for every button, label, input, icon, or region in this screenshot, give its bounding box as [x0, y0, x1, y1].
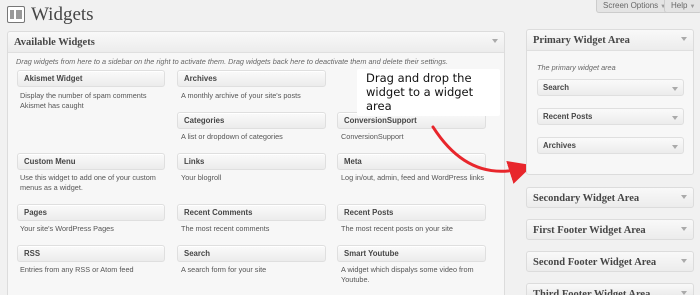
second-footer-widget-area[interactable]: Second Footer Widget Area	[526, 251, 694, 272]
toggle-arrow-icon[interactable]	[672, 145, 678, 149]
toggle-arrow-icon[interactable]	[681, 259, 687, 263]
primary-widget-area-header[interactable]: Primary Widget Area	[527, 30, 693, 51]
secondary-widget-area-title: Secondary Widget Area	[533, 193, 640, 204]
sidebar-widget-label: Search	[543, 83, 570, 92]
secondary-widget-area[interactable]: Secondary Widget Area	[526, 187, 694, 208]
toggle-arrow-icon[interactable]	[681, 291, 687, 295]
toggle-arrow-icon[interactable]	[672, 87, 678, 91]
primary-widget-area-title: Primary Widget Area	[533, 35, 630, 46]
third-footer-widget-area[interactable]: Third Footer Widget Area	[526, 283, 694, 295]
primary-widget-area: Primary Widget Area The primary widget a…	[526, 29, 694, 175]
first-footer-widget-area-title: First Footer Widget Area	[533, 225, 646, 236]
sidebar-widget-label: Recent Posts	[543, 112, 593, 121]
sidebar-widget-recent-posts[interactable]: Recent Posts	[537, 108, 684, 125]
toggle-arrow-icon[interactable]	[681, 227, 687, 231]
second-footer-widget-area-title: Second Footer Widget Area	[533, 257, 657, 268]
primary-widget-area-description: The primary widget area	[537, 63, 616, 72]
toggle-arrow-icon[interactable]	[681, 37, 687, 41]
sidebar-widget-archives[interactable]: Archives	[537, 137, 684, 154]
toggle-arrow-icon[interactable]	[672, 116, 678, 120]
toggle-arrow-icon[interactable]	[681, 195, 687, 199]
sidebar-widget-label: Archives	[543, 141, 576, 150]
third-footer-widget-area-title: Third Footer Widget Area	[533, 289, 651, 295]
sidebar-widget-search[interactable]: Search	[537, 79, 684, 96]
first-footer-widget-area[interactable]: First Footer Widget Area	[526, 219, 694, 240]
